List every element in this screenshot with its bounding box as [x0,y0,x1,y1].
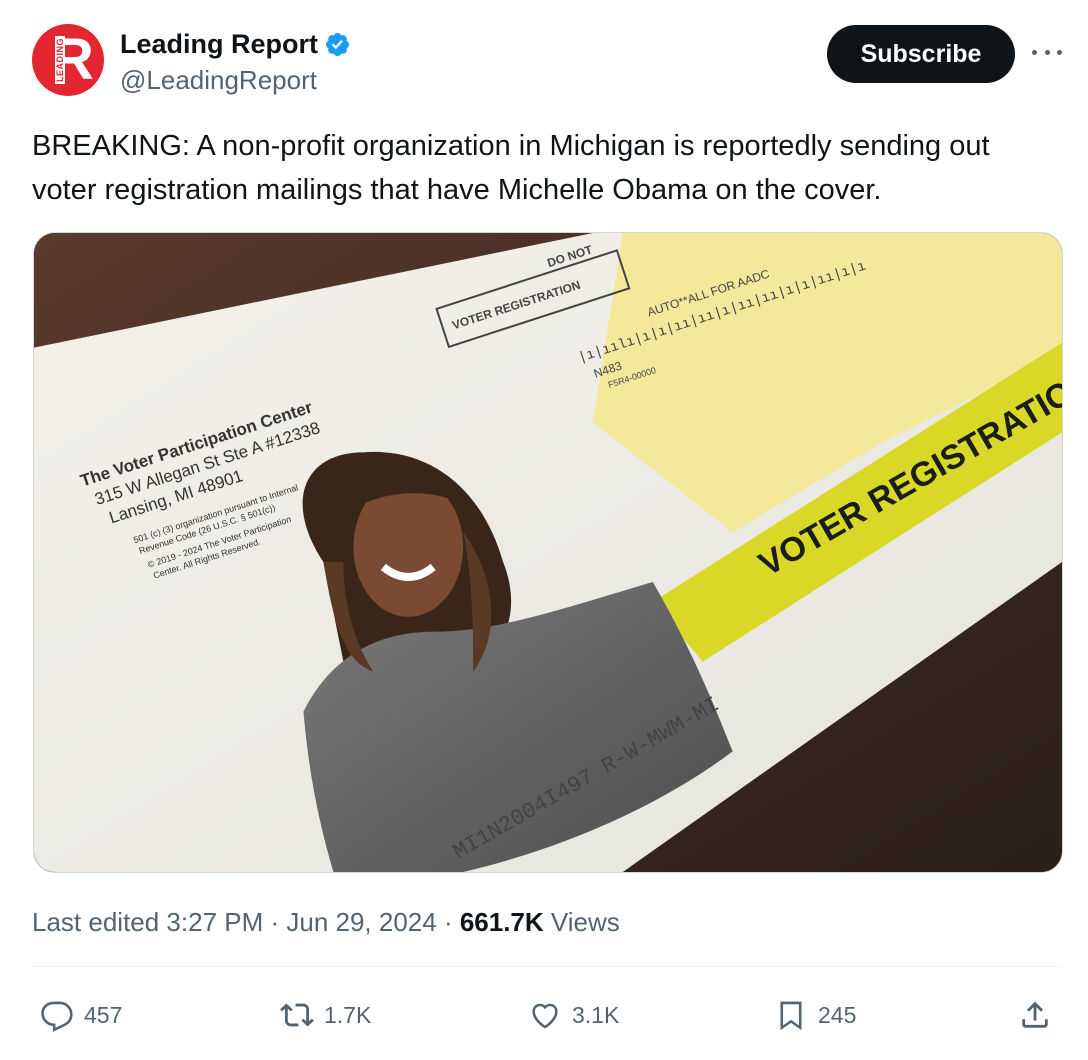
tweet-text: BREAKING: A non-profit organization in M… [32,130,990,206]
bookmark-icon [780,1001,802,1031]
avatar[interactable]: R LEADING [32,24,104,96]
action-bar: 457 1.7K 3.1K 245 [32,990,1062,1040]
divider [32,966,1062,967]
views-count: 661.7K [459,907,544,937]
avatar-logo-side-text: LEADING [55,36,65,84]
more-icon[interactable] [1032,40,1062,64]
repost-icon [280,1003,314,1027]
views-label: Views [543,907,620,937]
tweet-meta: Last edited 3:27 PM · Jun 29, 2024 · 661… [32,902,620,942]
like-count: 3.1K [572,1001,620,1028]
author-names: Leading Report @LeadingReport [120,28,351,98]
edited-timestamp[interactable]: Last edited 3:27 PM · Jun 29, 2024 · [32,907,460,937]
reply-count: 457 [84,1001,123,1028]
bookmark-button[interactable]: 245 [774,990,856,1040]
display-name[interactable]: Leading Report [120,28,318,60]
more-dot [1044,49,1050,55]
envelope-photo: VOTER REGISTRATIO The Voter Participatio… [34,233,1062,872]
more-dot [1057,49,1062,55]
reply-icon [41,1001,73,1032]
subscribe-button[interactable]: Subscribe [827,25,1015,83]
tweet-header: R LEADING Leading Report @LeadingReport … [32,22,1072,102]
like-button[interactable]: 3.1K [528,990,619,1040]
bookmark-count: 245 [818,1001,857,1028]
like-icon [532,1003,558,1029]
tweet-photo[interactable]: VOTER REGISTRATIO The Voter Participatio… [33,232,1063,873]
handle[interactable]: @LeadingReport [120,62,351,98]
display-name-row[interactable]: Leading Report [120,28,351,60]
reply-button[interactable]: 457 [40,990,122,1040]
verified-badge-icon [325,32,350,56]
share-icon [1022,1001,1048,1028]
repost-button[interactable]: 1.7K [280,990,371,1040]
share-button[interactable] [1018,990,1052,1040]
repost-count: 1.7K [324,1001,372,1028]
more-dot [1032,49,1037,55]
